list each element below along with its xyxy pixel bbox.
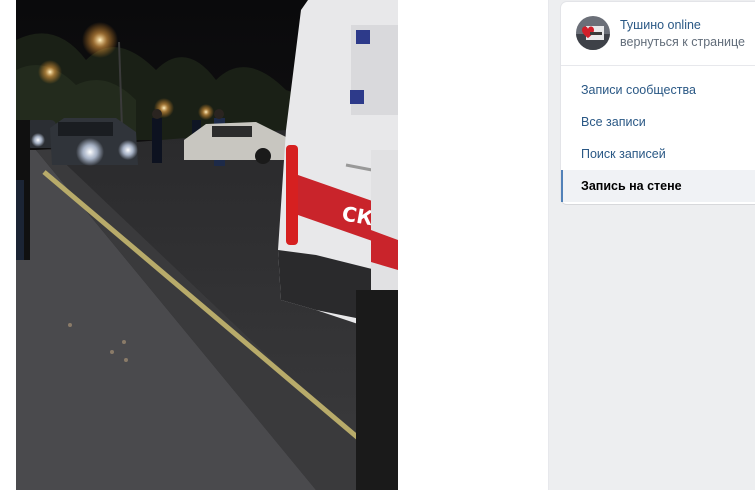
group-avatar-icon[interactable] bbox=[576, 16, 610, 50]
menu-item-community-posts[interactable]: Записи сообщества bbox=[561, 74, 755, 106]
menu-item-wall-post[interactable]: Запись на стене bbox=[561, 170, 755, 202]
back-to-page-link[interactable]: вернуться к странице bbox=[620, 35, 745, 49]
group-header[interactable]: Тушино online вернуться к странице bbox=[561, 2, 755, 65]
menu-item-all-posts[interactable]: Все записи bbox=[561, 106, 755, 138]
post-photo[interactable]: СКО bbox=[16, 0, 398, 490]
wall-menu: Записи сообщества Все записи Поиск запис… bbox=[561, 74, 755, 202]
menu-item-search-posts[interactable]: Поиск записей bbox=[561, 138, 755, 170]
photo-viewer: СКО bbox=[0, 0, 548, 490]
wall-navigation-card: Тушино online вернуться к странице Запис… bbox=[561, 2, 755, 204]
group-name-link[interactable]: Тушино online bbox=[620, 18, 701, 32]
card-divider bbox=[561, 65, 755, 66]
